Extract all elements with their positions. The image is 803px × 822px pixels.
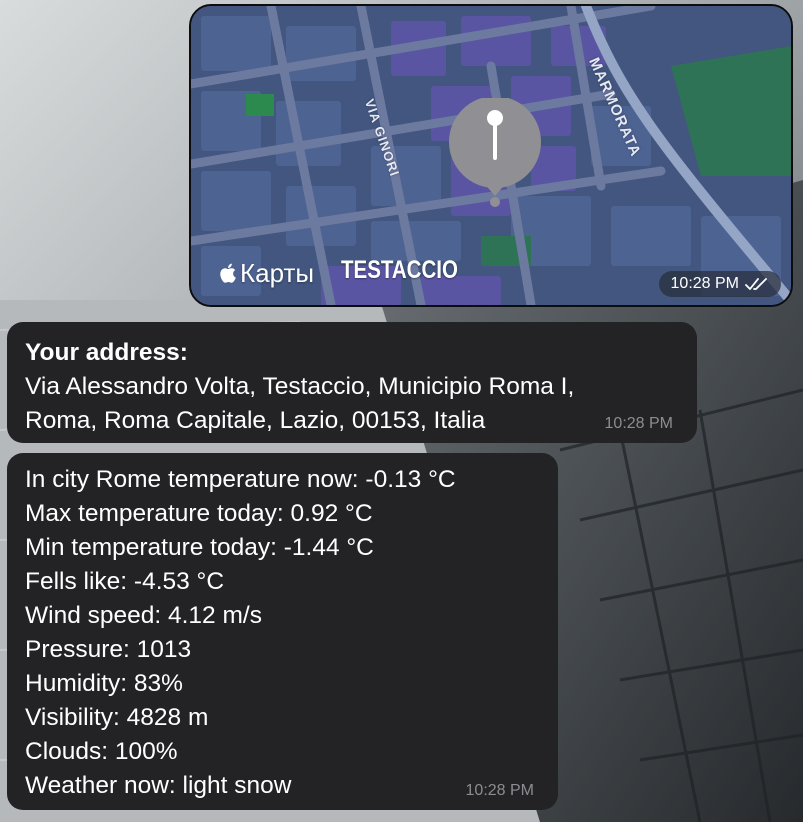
weather-message[interactable]: In city Rome temperature now: -0.13 °C M… — [7, 453, 558, 810]
weather-line-clouds: Clouds: 100% — [25, 738, 178, 765]
weather-line-temperature: In city Rome temperature now: -0.13 °C — [25, 466, 456, 493]
map-pin-icon — [449, 96, 541, 207]
weather-line-wind: Wind speed: 4.12 m/s — [25, 602, 262, 629]
weather-line-visibility: Visibility: 4828 m — [25, 704, 209, 731]
address-line: Via Alessandro Volta, Testaccio, Municip… — [25, 373, 575, 400]
maps-brand-label: Карты — [240, 258, 315, 288]
map-location-message[interactable]: VIA GINORI MARMORATA Карты TESTACCIO 10:… — [189, 4, 793, 307]
address-message[interactable]: Your address: Via Alessandro Volta, Test… — [7, 322, 697, 443]
message-time: 10:28 PM — [465, 782, 534, 799]
double-check-icon — [745, 278, 767, 290]
address-line: Roma, Roma Capitale, Lazio, 00153, Itali… — [25, 407, 486, 434]
location-pin — [447, 96, 547, 210]
weather-line-humidity: Humidity: 83% — [25, 670, 183, 697]
weather-line-feels-like: Fells like: -4.53 °C — [25, 568, 225, 595]
weather-line-min-temp: Min temperature today: -1.44 °C — [25, 534, 374, 561]
apple-logo-icon — [220, 263, 236, 283]
district-label: TESTACCIO — [341, 256, 458, 284]
maps-brand: Карты — [219, 258, 314, 289]
message-time-pill: 10:28 PM — [658, 271, 781, 297]
message-time: 10:28 PM — [604, 415, 673, 432]
message-time: 10:28 PM — [670, 275, 739, 292]
weather-line-condition: Weather now: light snow — [25, 772, 292, 799]
address-heading: Your address: — [25, 339, 188, 366]
weather-line-max-temp: Max temperature today: 0.92 °C — [25, 500, 373, 527]
weather-line-pressure: Pressure: 1013 — [25, 636, 192, 663]
